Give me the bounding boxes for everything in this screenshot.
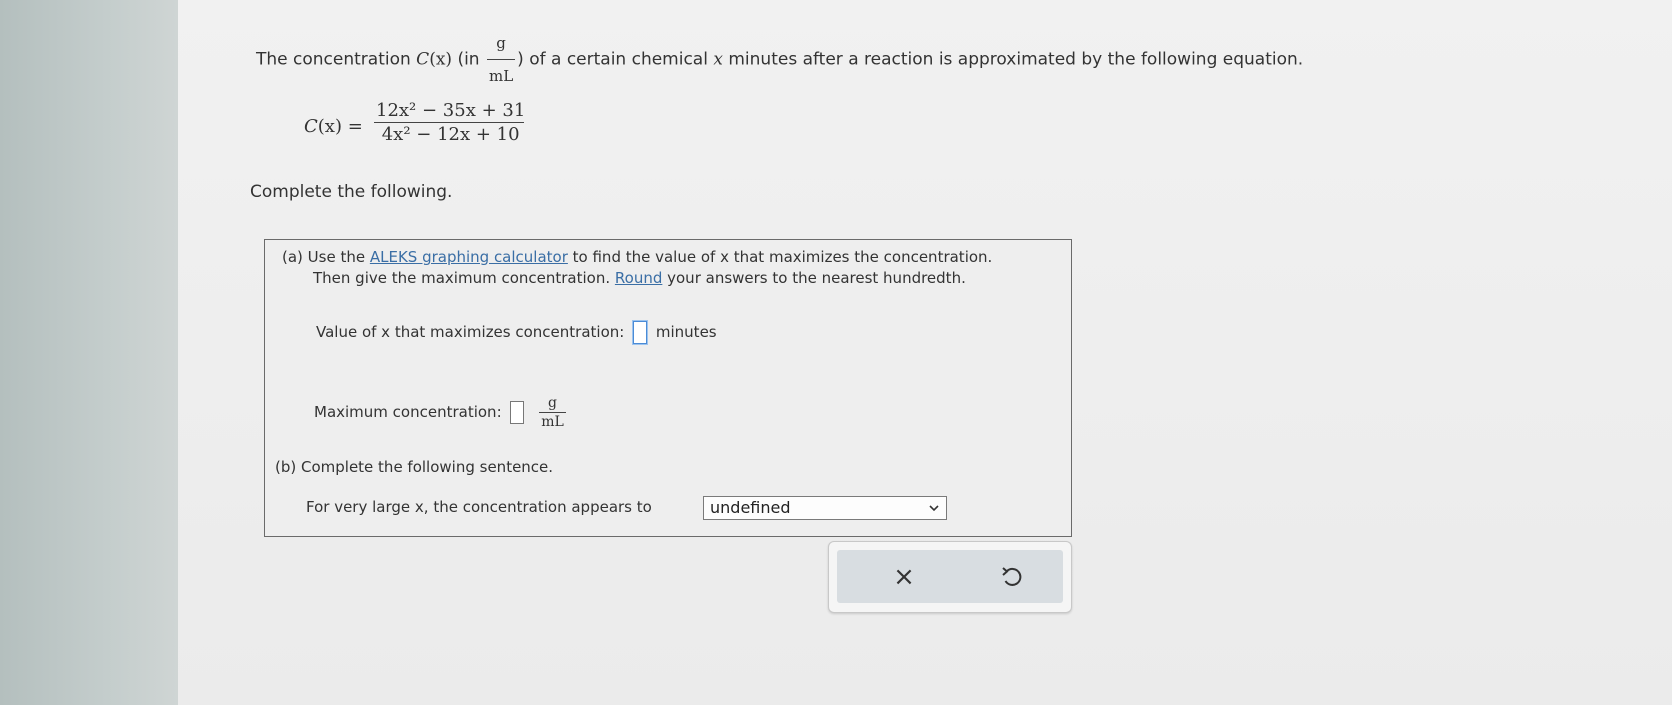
chevron-down-icon — [928, 497, 940, 526]
equation-lhs: C — [304, 116, 318, 137]
intro-var: x — [713, 49, 723, 70]
intro-text-3: minutes after a reaction is approximated… — [722, 49, 1304, 70]
max-concentration-label: Maximum concentration: — [314, 403, 502, 421]
max-concentration-input[interactable] — [510, 401, 525, 424]
equation-lhs-arg: (x) — [317, 116, 342, 137]
graphing-calculator-link[interactable]: ALEKS graphing calculator — [370, 248, 568, 266]
intro-unit-den: mL — [488, 67, 514, 85]
intro-function-arg: (x) — [429, 49, 453, 70]
part-b-label: (b) Complete the following sentence. — [275, 458, 554, 476]
equation-numerator: 12x² − 35x + 31 — [376, 100, 526, 121]
equation-denominator: 4x² − 12x + 10 — [381, 124, 520, 145]
action-buttons: × — [837, 550, 1063, 603]
action-panel: × — [828, 541, 1072, 613]
max-concentration-row: Maximum concentration: g mL — [314, 395, 566, 430]
max-concentration-unit: g mL — [539, 395, 566, 430]
complete-label: Complete the following. — [250, 182, 453, 202]
part-a-instructions: (a) Use the ALEKS graphing calculator to… — [282, 248, 993, 266]
intro-unit-fraction: g mL — [486, 28, 516, 91]
part-b-sentence: For very large x, the concentration appe… — [306, 498, 652, 516]
intro-unit-num: g — [496, 34, 506, 52]
undo-button[interactable] — [997, 562, 1027, 592]
behavior-select[interactable]: undefined — [703, 496, 947, 520]
left-margin — [0, 0, 178, 705]
behavior-select-value: undefined — [710, 498, 791, 517]
round-link[interactable]: Round — [615, 269, 662, 287]
intro-unit-open: (in — [452, 49, 485, 70]
part-a-instructions-2: Then give the maximum concentration. Rou… — [313, 269, 966, 287]
undo-icon — [1002, 567, 1022, 586]
intro-text-2: ) of a certain chemical — [517, 49, 714, 70]
x-max-input[interactable] — [633, 321, 648, 344]
x-max-row: Value of x that maximizes concentration:… — [316, 321, 717, 344]
x-max-label: Value of x that maximizes concentration: — [316, 323, 625, 341]
close-icon: × — [893, 562, 915, 592]
equation-fraction: 12x² − 35x + 31 4x² − 12x + 10 — [374, 100, 527, 145]
problem-intro: The concentration C(x) (in g mL) of a cer… — [256, 28, 1303, 91]
intro-text: The concentration — [256, 49, 417, 70]
clear-button[interactable]: × — [889, 562, 919, 592]
intro-function: C — [416, 49, 430, 70]
equation-equals: = — [341, 116, 363, 137]
x-max-unit: minutes — [655, 323, 717, 341]
